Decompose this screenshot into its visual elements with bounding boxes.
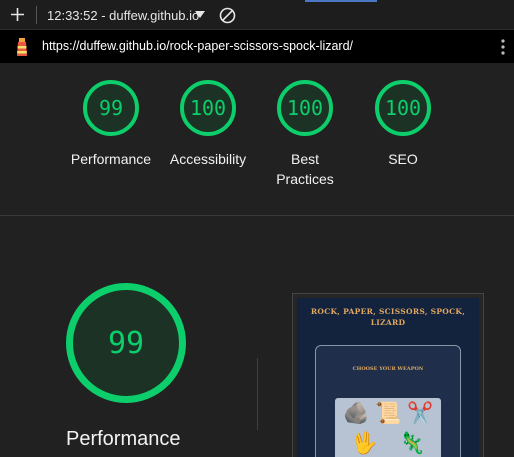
gauge-ring: 100 [375,80,431,136]
performance-score: 99 [107,325,145,361]
url-text[interactable]: https://duffew.github.io/rock-paper-scis… [42,39,353,53]
rock-icon: 🪨 [343,402,370,425]
address-bar[interactable]: https://duffew.github.io/rock-paper-scis… [0,30,514,63]
gauge-ring: 99 [83,80,139,136]
browser-top-bar: 12:33:52 - duffew.github.io [0,0,514,30]
gauge-score: 100 [384,96,422,120]
gauge-score: 99 [98,96,124,120]
gauge-performance[interactable]: 99 Performance [66,80,156,169]
lizard-icon: 🦎 [399,432,426,455]
performance-heading: Performance [66,428,181,450]
performance-gauge-large: 99 [66,283,186,403]
spock-icon: 🖖 [351,432,378,455]
screenshot-subtitle: CHOOSE YOUR WEAPON [352,366,424,372]
gauge-score: 100 [189,96,227,120]
score-gauges: 99 Performance 100 Accessibility 100 Bes… [0,63,514,215]
gauge-seo[interactable]: 100 SEO [358,80,448,169]
active-tab-indicator [305,0,377,2]
final-screenshot[interactable]: ROCK, PAPER, SCISSORS, SPOCK, LIZARD CHO… [297,298,479,457]
weapon-grid: 🪨 📜 ✂️ 🖖 🦎 [335,398,441,457]
kebab-menu-icon[interactable] [500,38,506,56]
plus-icon[interactable] [9,6,26,23]
gauge-accessibility[interactable]: 100 Accessibility [163,80,253,169]
scissors-icon: ✂️ [407,402,434,425]
toolbar-divider [36,6,37,24]
screenshot-panel: CHOOSE YOUR WEAPON 🪨 📜 ✂️ 🖖 🦎 [315,345,461,457]
tab-title[interactable]: 12:33:52 - duffew.github.io [47,8,199,23]
paper-icon: 📜 [375,402,402,425]
lighthouse-report-view: 12:33:52 - duffew.github.io https://duff… [0,0,514,457]
lighthouse-icon [17,38,27,56]
gauge-best-practices[interactable]: 100 Best Practices [261,80,349,189]
gauge-label: SEO [388,151,418,167]
section-divider [0,215,514,216]
gauge-label: Best Practices [276,151,334,187]
gauge-label: Accessibility [169,151,247,167]
block-icon[interactable] [219,7,236,24]
gauge-score: 100 [286,96,324,120]
chevron-down-icon[interactable] [195,11,205,19]
gauge-ring: 100 [180,80,236,136]
gauge-ring: 100 [277,80,333,136]
screenshot-title: ROCK, PAPER, SCISSORS, SPOCK, LIZARD [310,307,466,327]
vertical-divider [257,358,258,430]
gauge-label: Performance [70,151,152,167]
